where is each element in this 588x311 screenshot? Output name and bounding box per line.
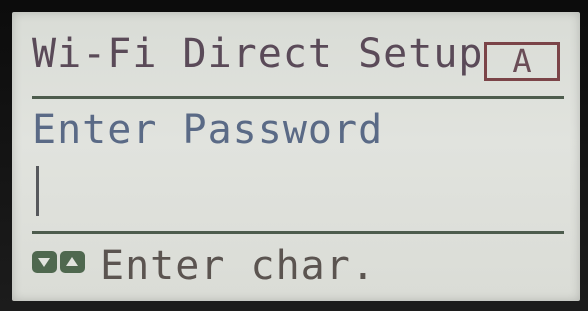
lcd-screen: Wi-Fi Direct Setup A Enter Password Ente… <box>12 12 580 301</box>
password-input[interactable] <box>32 162 564 224</box>
header-divider <box>32 96 564 99</box>
footer-hint-text: Enter char. <box>100 243 376 289</box>
input-mode-badge[interactable]: A <box>484 42 560 81</box>
up-arrow-key-icon <box>60 251 85 273</box>
down-arrow-key-icon <box>32 251 57 273</box>
footer-divider <box>32 231 564 234</box>
text-cursor <box>36 166 39 216</box>
screen-title: Wi-Fi Direct Setup <box>32 31 484 77</box>
password-prompt-label: Enter Password <box>32 107 384 153</box>
